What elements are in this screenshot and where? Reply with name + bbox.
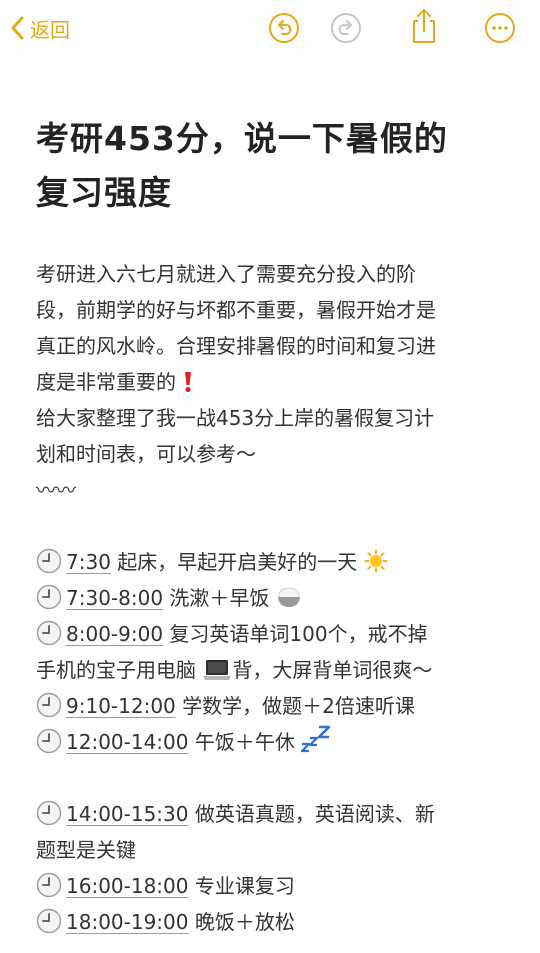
redo-button[interactable]	[328, 10, 364, 46]
schedule-item: 16:00-18:00 专业课复习	[36, 868, 514, 904]
schedule-text: 题型是关键	[36, 838, 136, 862]
intro-line-with-mark: 度是非常重要的	[36, 364, 514, 400]
schedule-text: 晚饭＋放松	[188, 910, 295, 934]
title-line: 复习强度	[36, 173, 172, 212]
chevron-left-icon	[11, 16, 24, 40]
clock-icon	[36, 800, 62, 826]
intro-text: 度是非常重要的	[36, 370, 176, 394]
schedule-item: 7:30-8:00 洗漱＋早饭	[36, 580, 514, 616]
share-icon	[413, 9, 435, 43]
schedule-text: 学数学，做题＋2倍速听课	[175, 694, 415, 718]
clock-icon	[36, 872, 62, 898]
exclamation-icon	[185, 372, 192, 393]
intro-line: 真正的风水岭。合理安排暑假的时间和复习进	[36, 334, 436, 358]
title-line: 考研453分，说一下暑假的	[36, 119, 448, 158]
clock-icon	[36, 548, 62, 574]
time-link[interactable]: 9:10-12:00	[66, 694, 176, 718]
laptop-icon	[203, 660, 232, 680]
more-icon	[485, 13, 515, 43]
top-toolbar: 返回	[0, 0, 540, 56]
redo-icon	[331, 13, 361, 43]
clock-icon	[36, 908, 62, 934]
back-button[interactable]: 返回	[10, 10, 70, 46]
intro-line: 给大家整理了我一战453分上岸的暑假复习计	[36, 406, 435, 430]
time-link[interactable]: 8:00-9:00	[66, 622, 163, 646]
time-link[interactable]: 7:30-8:00	[66, 586, 163, 610]
intro-line: 考研进入六七月就进入了需要充分投入的阶	[36, 262, 416, 286]
intro-line: 划和时间表，可以参考～	[36, 442, 256, 466]
undo-icon	[269, 13, 299, 43]
schedule-text: 做英语真题，英语阅读、新	[188, 802, 435, 826]
note-content[interactable]: 考研453分，说一下暑假的 复习强度 考研进入六七月就进入了需要充分投入的阶 段…	[36, 112, 514, 940]
clock-icon	[36, 584, 62, 610]
schedule-item-continued: 题型是关键	[36, 832, 514, 868]
intro-line: 段，前期学的好与坏都不重要，暑假开始才是	[36, 298, 436, 322]
schedule-text: 午饭＋午休	[188, 730, 295, 754]
time-link[interactable]: 18:00-19:00	[66, 910, 189, 934]
schedule-item: 18:00-19:00 晚饭＋放松	[36, 904, 514, 940]
share-button[interactable]	[406, 6, 442, 46]
clock-icon	[36, 728, 62, 754]
more-button[interactable]	[482, 10, 518, 46]
schedule-item: 7:30 起床，早起开启美好的一天	[36, 544, 514, 580]
schedule-item: 8:00-9:00 复习英语单词100个，戒不掉	[36, 616, 514, 652]
back-label: 返回	[30, 17, 70, 42]
wave-divider: 〰〰	[36, 478, 76, 502]
schedule-text: 起床，早起开启美好的一天	[110, 550, 358, 574]
note-title: 考研453分，说一下暑假的 复习强度	[36, 112, 514, 220]
schedule-item: 9:10-12:00 学数学，做题＋2倍速听课	[36, 688, 514, 724]
schedule-text: 复习英语单词100个，戒不掉	[163, 622, 428, 646]
time-link[interactable]: 12:00-14:00	[66, 730, 189, 754]
schedule-item: 14:00-15:30 做英语真题，英语阅读、新	[36, 796, 514, 832]
rice-bowl-icon	[277, 587, 300, 607]
undo-button[interactable]	[266, 10, 302, 46]
time-link[interactable]: 16:00-18:00	[66, 874, 189, 898]
time-link[interactable]: 14:00-15:30	[66, 802, 189, 826]
clock-icon	[36, 692, 62, 718]
zzz-icon	[301, 725, 331, 753]
schedule-text: 背，大屏背单词很爽～	[232, 658, 433, 682]
time-link[interactable]: 7:30	[66, 550, 111, 574]
schedule-text: 专业课复习	[188, 874, 295, 898]
schedule-text: 手机的宝子用电脑	[36, 658, 196, 682]
schedule-item-continued: 手机的宝子用电脑 背，大屏背单词很爽～	[36, 652, 514, 688]
clock-icon	[36, 620, 62, 646]
schedule-text: 洗漱＋早饭	[163, 586, 270, 610]
note-body: 考研进入六七月就进入了需要充分投入的阶 段，前期学的好与坏都不重要，暑假开始才是…	[36, 256, 514, 940]
schedule-item: 12:00-14:00 午饭＋午休	[36, 724, 514, 760]
sun-icon	[364, 549, 388, 573]
